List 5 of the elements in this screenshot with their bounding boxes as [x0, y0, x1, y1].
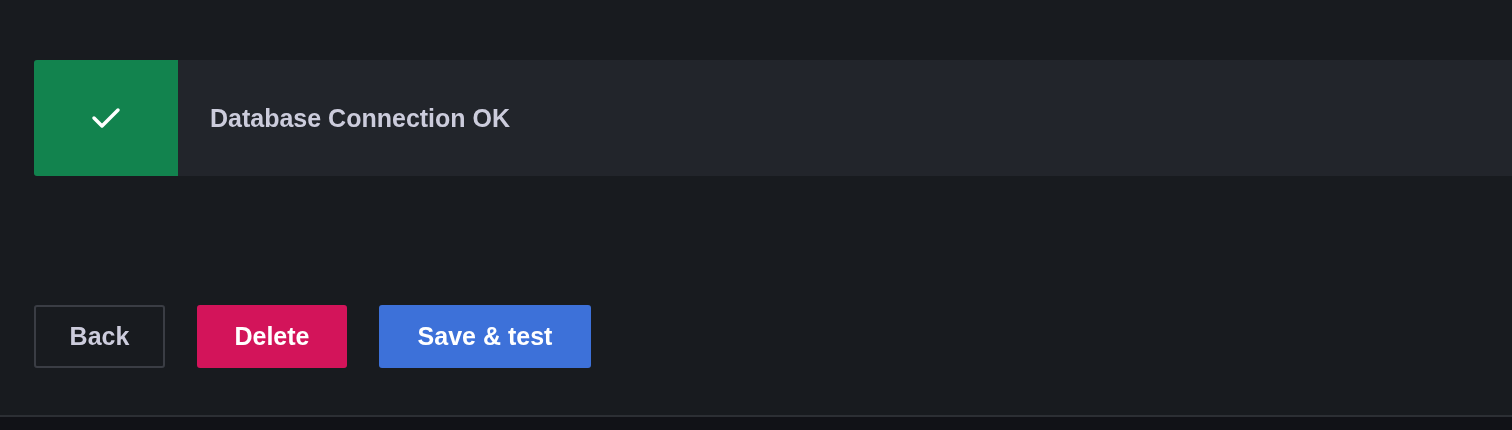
back-button[interactable]: Back	[34, 305, 165, 368]
delete-button[interactable]: Delete	[197, 305, 347, 368]
alert-message: Database Connection OK	[210, 103, 511, 133]
save-button[interactable]: Save & test	[379, 305, 591, 368]
check-icon	[91, 107, 121, 129]
